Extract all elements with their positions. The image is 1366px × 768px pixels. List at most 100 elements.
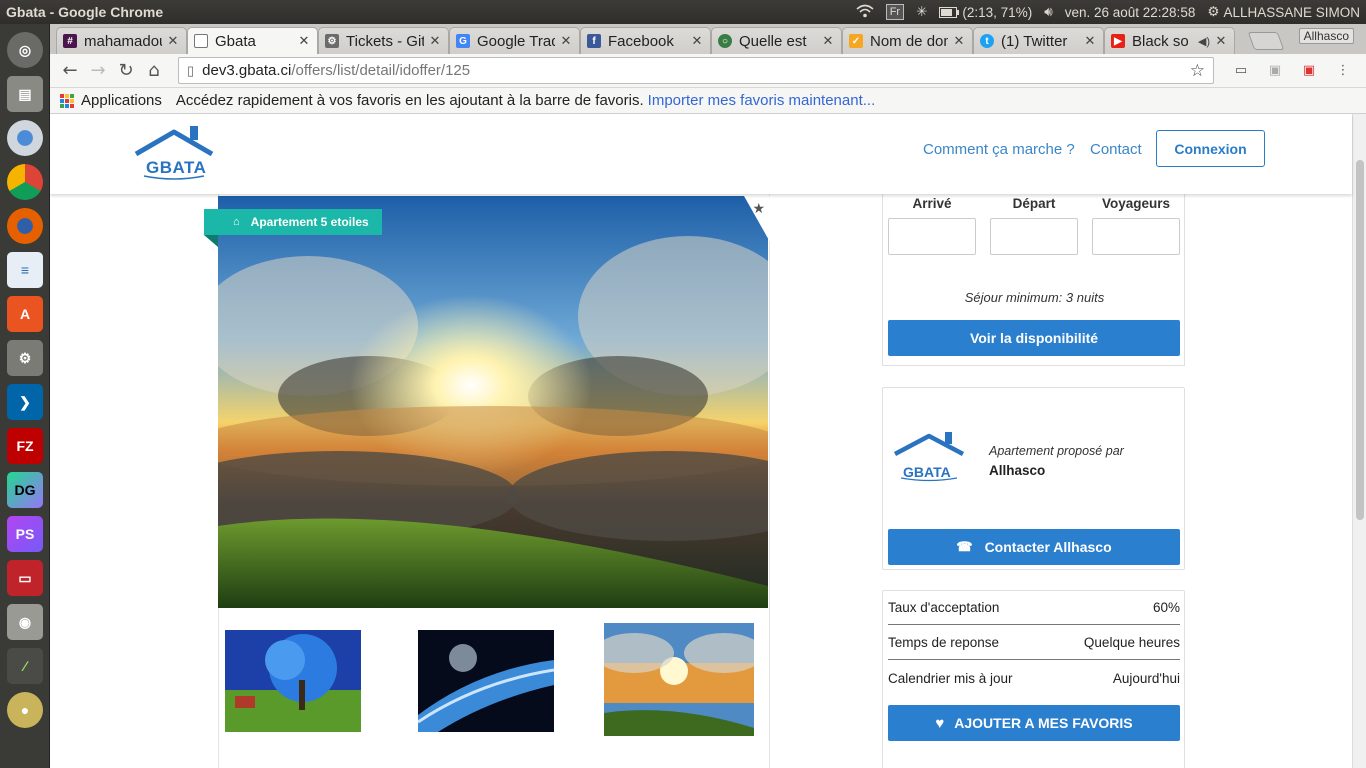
travelers-input[interactable] bbox=[1092, 218, 1180, 255]
browser-tab[interactable]: G Google Traduction ✕ bbox=[449, 27, 580, 54]
host-stats-card: Taux d'acceptation 60% Temps de reponse … bbox=[882, 590, 1185, 768]
home-button[interactable]: ⌂ bbox=[140, 57, 168, 85]
check-availability-button[interactable]: Voir la disponibilité bbox=[888, 320, 1180, 356]
close-tab-icon[interactable]: ✕ bbox=[297, 33, 311, 49]
contact-link[interactable]: Contact bbox=[1090, 141, 1142, 158]
phpstorm-icon[interactable]: PS bbox=[7, 516, 43, 552]
browser-tab[interactable]: ▶ Black so ◀) ✕ bbox=[1104, 27, 1235, 54]
bookmark-star-icon[interactable]: ☆ bbox=[1190, 61, 1205, 81]
contact-host-button[interactable]: ☎ Contacter Allhasco bbox=[888, 529, 1180, 565]
phone-icon: ☎ bbox=[956, 539, 973, 554]
badge-fold bbox=[204, 235, 218, 247]
clock[interactable]: ven. 26 août 22:28:58 bbox=[1065, 5, 1196, 20]
page-viewport: GBATA Comment ça marche ? Contact Connex… bbox=[50, 114, 1366, 768]
login-button[interactable]: Connexion bbox=[1156, 130, 1265, 167]
volume-icon[interactable]: 🔊︎ bbox=[1044, 4, 1053, 20]
departure-date-input[interactable] bbox=[990, 218, 1078, 255]
wifi-icon[interactable] bbox=[856, 4, 874, 21]
page-scrollbar[interactable] bbox=[1352, 114, 1366, 768]
host-name[interactable]: Allhasco bbox=[989, 463, 1045, 478]
stat-value: 60% bbox=[1152, 600, 1180, 615]
system-top-panel: Gbata - Google Chrome Fr ✳ (2:13, 71%) 🔊… bbox=[0, 0, 1366, 24]
close-tab-icon[interactable]: ✕ bbox=[428, 33, 442, 49]
close-tab-icon[interactable]: ✕ bbox=[690, 33, 704, 49]
battery-indicator[interactable]: (2:13, 71%) bbox=[939, 5, 1032, 20]
how-it-works-link[interactable]: Comment ça marche ? bbox=[923, 141, 1075, 158]
blue-tree-image bbox=[225, 630, 361, 732]
disk-icon[interactable]: ● bbox=[7, 692, 43, 728]
browser-tab[interactable]: ✓ Nom de domaine ✕ bbox=[842, 27, 973, 54]
stat-value: Quelque heures bbox=[1083, 635, 1180, 650]
address-bar[interactable]: ▯ dev3.gbata.ci/offers/list/detail/idoff… bbox=[178, 57, 1214, 84]
cast-icon[interactable]: ▭ bbox=[1230, 62, 1252, 80]
site-header: GBATA Comment ça marche ? Contact Connex… bbox=[50, 114, 1352, 194]
bluetooth-icon[interactable]: ✳ bbox=[916, 4, 927, 20]
tab-title: Quelle est bbox=[739, 32, 807, 50]
slack-icon: # bbox=[63, 34, 77, 48]
browser-tab[interactable]: ○ Quelle est ✕ bbox=[711, 27, 842, 54]
browser-tab-active[interactable]: Gbata ✕ bbox=[187, 27, 318, 54]
listing-main-photo[interactable] bbox=[218, 196, 768, 608]
close-tab-icon[interactable]: ✕ bbox=[166, 33, 180, 49]
arrival-date-input[interactable] bbox=[888, 218, 976, 255]
import-bookmarks-link[interactable]: Importer mes favoris maintenant... bbox=[648, 92, 876, 109]
home-icon: ⌂ bbox=[233, 216, 240, 228]
logo-text: GBATA bbox=[146, 158, 207, 177]
chrome-icon[interactable] bbox=[7, 164, 43, 200]
gear-icon: ⚙ bbox=[1207, 4, 1220, 19]
files-icon[interactable]: ▤ bbox=[7, 76, 43, 112]
user-menu[interactable]: ⚙ ALLHASSANE SIMON bbox=[1207, 4, 1360, 20]
recorder-extension-icon[interactable]: ▣ bbox=[1298, 62, 1320, 80]
close-tab-icon[interactable]: ✕ bbox=[821, 33, 835, 49]
listing-thumbnail[interactable] bbox=[225, 630, 361, 732]
datagrip-icon[interactable]: DG bbox=[7, 472, 43, 508]
star-icon: ★ bbox=[752, 201, 765, 217]
terminal-icon[interactable]: ▭ bbox=[7, 560, 43, 596]
browser-tab[interactable]: f Facebook ✕ bbox=[580, 27, 711, 54]
browser-tab[interactable]: t (1) Twitter ✕ bbox=[973, 27, 1104, 54]
camera-icon[interactable]: ◉ bbox=[7, 604, 43, 640]
close-tab-icon[interactable]: ✕ bbox=[1214, 33, 1228, 49]
facebook-icon: f bbox=[587, 34, 601, 48]
listing-thumbnail[interactable] bbox=[418, 630, 554, 732]
browser-tab[interactable]: ⚙ Tickets - GitLab ✕ bbox=[318, 27, 449, 54]
gear-icon: ⚙ bbox=[325, 34, 339, 48]
apps-shortcut[interactable]: Applications bbox=[81, 92, 162, 109]
filezilla-icon[interactable]: FZ bbox=[7, 428, 43, 464]
keyboard-layout-indicator[interactable]: Fr bbox=[885, 4, 905, 20]
forward-button[interactable]: → bbox=[84, 57, 112, 85]
close-tab-icon[interactable]: ✕ bbox=[1083, 33, 1097, 49]
new-tab-button[interactable] bbox=[1247, 32, 1285, 50]
reload-button[interactable]: ↻ bbox=[112, 57, 140, 85]
extension-icon[interactable]: ▣ bbox=[1264, 62, 1286, 80]
tab-title: Tickets - GitLab bbox=[346, 32, 424, 50]
software-center-icon[interactable]: A bbox=[7, 296, 43, 332]
page-icon bbox=[194, 34, 208, 48]
settings-icon[interactable]: ⚙ bbox=[7, 340, 43, 376]
profile-button[interactable]: Allhasco bbox=[1298, 28, 1354, 44]
travelers-label: Voyageurs bbox=[1101, 196, 1171, 211]
back-button[interactable]: ← bbox=[56, 57, 84, 85]
planet-space-image bbox=[418, 630, 554, 732]
gbata-logo[interactable]: GBATA bbox=[134, 124, 214, 184]
vscode-icon[interactable]: ❯ bbox=[7, 384, 43, 420]
chromium-icon[interactable] bbox=[7, 120, 43, 156]
close-tab-icon[interactable]: ✕ bbox=[559, 33, 573, 49]
menu-icon[interactable]: ⋮ bbox=[1332, 62, 1354, 80]
page-info-icon[interactable]: ▯ bbox=[187, 63, 194, 79]
apps-grid-icon[interactable] bbox=[60, 93, 74, 108]
chrome-window: # mahamadou ✕ Gbata ✕ ⚙ Tickets - GitLab… bbox=[50, 24, 1366, 768]
firefox-icon[interactable] bbox=[7, 208, 43, 244]
favorite-corner[interactable]: ★ bbox=[744, 196, 770, 242]
browser-tab[interactable]: # mahamadou ✕ bbox=[56, 27, 187, 54]
libreoffice-icon[interactable]: ≡ bbox=[7, 252, 43, 288]
close-tab-icon[interactable]: ✕ bbox=[952, 33, 966, 49]
color-picker-icon[interactable]: ∕ bbox=[7, 648, 43, 684]
host-card: GBATA Apartement proposé par Allhasco ☎ … bbox=[882, 387, 1185, 570]
tab-title: Nom de domaine bbox=[870, 32, 948, 50]
dash-home-icon[interactable]: ◎ bbox=[7, 32, 43, 68]
url-path: /offers/list/detail/idoffer/125 bbox=[291, 62, 471, 79]
add-to-favorites-button[interactable]: ♥ AJOUTER A MES FAVORIS bbox=[888, 705, 1180, 741]
listing-thumbnail[interactable] bbox=[604, 623, 754, 736]
scrollbar-thumb[interactable] bbox=[1356, 160, 1364, 520]
